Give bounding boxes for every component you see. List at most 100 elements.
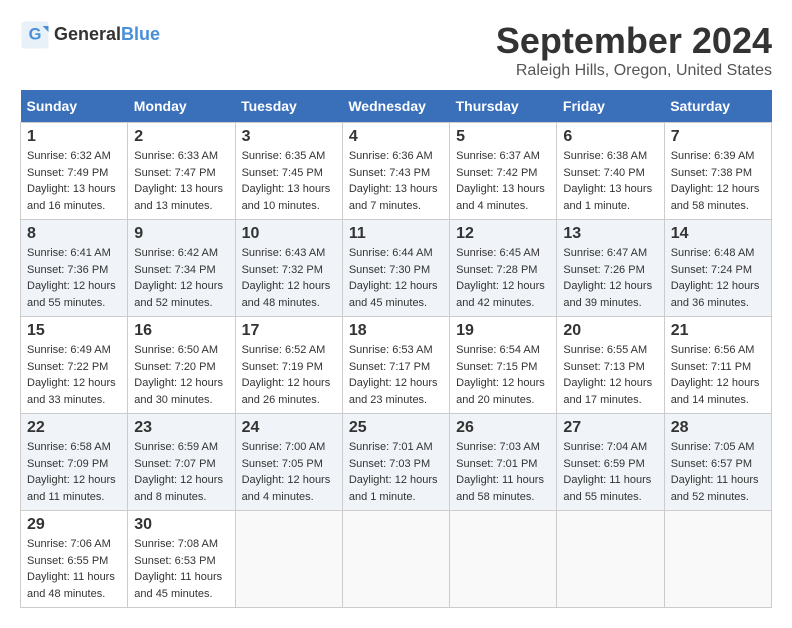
cell-text: Sunrise: 6:33 AMSunset: 7:47 PMDaylight:… bbox=[134, 148, 228, 214]
cell-text: Sunrise: 7:08 AMSunset: 6:53 PMDaylight:… bbox=[134, 536, 228, 602]
day-number: 15 bbox=[27, 322, 121, 340]
day-number: 27 bbox=[563, 419, 657, 437]
day-number: 21 bbox=[671, 322, 765, 340]
week-row: 1Sunrise: 6:32 AMSunset: 7:49 PMDaylight… bbox=[21, 123, 772, 220]
calendar-cell: 20 Sunrise: 6:55 AMSunset: 7:13 PMDayligh… bbox=[557, 317, 664, 414]
calendar-cell: 22 Sunrise: 6:58 AMSunset: 7:09 PMDayligh… bbox=[21, 414, 128, 511]
calendar-cell: 13Sunrise: 6:47 AMSunset: 7:26 PMDayligh… bbox=[557, 220, 664, 317]
cell-text: Sunrise: 6:55 AMSunset: 7:13 PMDaylight:… bbox=[563, 342, 657, 408]
calendar-cell: 3 Sunrise: 6:35 AMSunset: 7:45 PMDaylight… bbox=[235, 123, 342, 220]
calendar-cell: 9 Sunrise: 6:42 AMSunset: 7:34 PMDaylight… bbox=[128, 220, 235, 317]
day-number: 14 bbox=[671, 225, 765, 243]
cell-text: Sunrise: 6:50 AMSunset: 7:20 PMDaylight:… bbox=[134, 342, 228, 408]
calendar-cell: 30 Sunrise: 7:08 AMSunset: 6:53 PMDayligh… bbox=[128, 511, 235, 608]
day-number: 22 bbox=[27, 419, 121, 437]
calendar-cell: 5 Sunrise: 6:37 AMSunset: 7:42 PMDaylight… bbox=[450, 123, 557, 220]
day-number: 30 bbox=[134, 516, 228, 534]
cell-text: Sunrise: 7:06 AMSunset: 6:55 PMDaylight:… bbox=[27, 536, 121, 602]
cell-text: Sunrise: 6:47 AMSunset: 7:26 PMDaylight:… bbox=[563, 245, 657, 311]
calendar-cell: 29 Sunrise: 7:06 AMSunset: 6:55 PMDayligh… bbox=[21, 511, 128, 608]
col-thursday: Thursday bbox=[450, 90, 557, 123]
calendar-cell: 17Sunrise: 6:52 AMSunset: 7:19 PMDayligh… bbox=[235, 317, 342, 414]
cell-text: Sunrise: 6:44 AMSunset: 7:30 PMDaylight:… bbox=[349, 245, 443, 311]
col-tuesday: Tuesday bbox=[235, 90, 342, 123]
cell-text: Sunrise: 6:37 AMSunset: 7:42 PMDaylight:… bbox=[456, 148, 550, 214]
calendar-cell: 16 Sunrise: 6:50 AMSunset: 7:20 PMDayligh… bbox=[128, 317, 235, 414]
day-number: 3 bbox=[242, 128, 336, 146]
week-row: 29 Sunrise: 7:06 AMSunset: 6:55 PMDayligh… bbox=[21, 511, 772, 608]
col-sunday: Sunday bbox=[21, 90, 128, 123]
day-number: 2 bbox=[134, 128, 228, 146]
calendar-cell: 15 Sunrise: 6:49 AMSunset: 7:22 PMDayligh… bbox=[21, 317, 128, 414]
calendar-cell: 11 Sunrise: 6:44 AMSunset: 7:30 PMDayligh… bbox=[342, 220, 449, 317]
day-number: 11 bbox=[349, 225, 443, 243]
day-number: 25 bbox=[349, 419, 443, 437]
day-number: 23 bbox=[134, 419, 228, 437]
calendar-cell: 10 Sunrise: 6:43 AMSunset: 7:32 PMDayligh… bbox=[235, 220, 342, 317]
cell-text: Sunrise: 6:59 AMSunset: 7:07 PMDaylight:… bbox=[134, 439, 228, 505]
location-title: Raleigh Hills, Oregon, United States bbox=[496, 62, 772, 80]
calendar-cell: 19 Sunrise: 6:54 AMSunset: 7:15 PMDayligh… bbox=[450, 317, 557, 414]
col-friday: Friday bbox=[557, 90, 664, 123]
day-number: 20 bbox=[563, 322, 657, 340]
day-number: 5 bbox=[456, 128, 550, 146]
calendar-cell: 21 Sunrise: 6:56 AMSunset: 7:11 PMDayligh… bbox=[664, 317, 771, 414]
calendar-cell: 8 Sunrise: 6:41 AMSunset: 7:36 PMDaylight… bbox=[21, 220, 128, 317]
day-number: 6 bbox=[563, 128, 657, 146]
header: G GeneralBlue September 2024 Raleigh Hil… bbox=[20, 20, 772, 80]
header-row: Sunday Monday Tuesday Wednesday Thursday… bbox=[21, 90, 772, 123]
day-number: 8 bbox=[27, 225, 121, 243]
cell-text: Sunrise: 6:49 AMSunset: 7:22 PMDaylight:… bbox=[27, 342, 121, 408]
cell-text: Sunrise: 6:58 AMSunset: 7:09 PMDaylight:… bbox=[27, 439, 121, 505]
cell-text: Sunrise: 6:43 AMSunset: 7:32 PMDaylight:… bbox=[242, 245, 336, 311]
logo-text: GeneralBlue bbox=[54, 25, 160, 45]
calendar-cell: 12Sunrise: 6:45 AMSunset: 7:28 PMDayligh… bbox=[450, 220, 557, 317]
day-number: 7 bbox=[671, 128, 765, 146]
day-number: 12 bbox=[456, 225, 550, 243]
calendar-cell: 26 Sunrise: 7:03 AMSunset: 7:01 PMDayligh… bbox=[450, 414, 557, 511]
logo-icon: G bbox=[20, 20, 50, 50]
cell-text: Sunrise: 6:54 AMSunset: 7:15 PMDaylight:… bbox=[456, 342, 550, 408]
calendar-cell: 23 Sunrise: 6:59 AMSunset: 7:07 PMDayligh… bbox=[128, 414, 235, 511]
calendar-cell bbox=[342, 511, 449, 608]
cell-text: Sunrise: 6:52 AMSunset: 7:19 PMDaylight:… bbox=[242, 342, 336, 408]
col-wednesday: Wednesday bbox=[342, 90, 449, 123]
cell-text: Sunrise: 6:42 AMSunset: 7:34 PMDaylight:… bbox=[134, 245, 228, 311]
calendar-cell: 2 Sunrise: 6:33 AMSunset: 7:47 PMDaylight… bbox=[128, 123, 235, 220]
day-number: 26 bbox=[456, 419, 550, 437]
day-number: 16 bbox=[134, 322, 228, 340]
cell-text: Sunrise: 6:38 AMSunset: 7:40 PMDaylight:… bbox=[563, 148, 657, 214]
calendar-cell: 14 Sunrise: 6:48 AMSunset: 7:24 PMDayligh… bbox=[664, 220, 771, 317]
cell-text: Sunrise: 7:04 AMSunset: 6:59 PMDaylight:… bbox=[563, 439, 657, 505]
logo: G GeneralBlue bbox=[20, 20, 160, 50]
calendar-cell bbox=[557, 511, 664, 608]
cell-text: Sunrise: 6:56 AMSunset: 7:11 PMDaylight:… bbox=[671, 342, 765, 408]
day-number: 4 bbox=[349, 128, 443, 146]
calendar-cell: 4 Sunrise: 6:36 AMSunset: 7:43 PMDaylight… bbox=[342, 123, 449, 220]
cell-text: Sunrise: 6:48 AMSunset: 7:24 PMDaylight:… bbox=[671, 245, 765, 311]
col-saturday: Saturday bbox=[664, 90, 771, 123]
calendar-cell: 25Sunrise: 7:01 AMSunset: 7:03 PMDayligh… bbox=[342, 414, 449, 511]
cell-text: Sunrise: 6:53 AMSunset: 7:17 PMDaylight:… bbox=[349, 342, 443, 408]
week-row: 22 Sunrise: 6:58 AMSunset: 7:09 PMDayligh… bbox=[21, 414, 772, 511]
calendar-cell: 24Sunrise: 7:00 AMSunset: 7:05 PMDayligh… bbox=[235, 414, 342, 511]
day-number: 28 bbox=[671, 419, 765, 437]
calendar-cell: 1Sunrise: 6:32 AMSunset: 7:49 PMDaylight… bbox=[21, 123, 128, 220]
title-area: September 2024 Raleigh Hills, Oregon, Un… bbox=[496, 20, 772, 80]
cell-text: Sunrise: 6:36 AMSunset: 7:43 PMDaylight:… bbox=[349, 148, 443, 214]
col-monday: Monday bbox=[128, 90, 235, 123]
day-number: 1 bbox=[27, 128, 121, 146]
cell-text: Sunrise: 6:39 AMSunset: 7:38 PMDaylight:… bbox=[671, 148, 765, 214]
cell-text: Sunrise: 7:03 AMSunset: 7:01 PMDaylight:… bbox=[456, 439, 550, 505]
day-number: 9 bbox=[134, 225, 228, 243]
week-row: 8 Sunrise: 6:41 AMSunset: 7:36 PMDaylight… bbox=[21, 220, 772, 317]
cell-text: Sunrise: 6:35 AMSunset: 7:45 PMDaylight:… bbox=[242, 148, 336, 214]
month-title: September 2024 bbox=[496, 20, 772, 62]
cell-text: Sunrise: 7:00 AMSunset: 7:05 PMDaylight:… bbox=[242, 439, 336, 505]
day-number: 19 bbox=[456, 322, 550, 340]
calendar-cell: 18Sunrise: 6:53 AMSunset: 7:17 PMDayligh… bbox=[342, 317, 449, 414]
day-number: 10 bbox=[242, 225, 336, 243]
cell-text: Sunrise: 6:41 AMSunset: 7:36 PMDaylight:… bbox=[27, 245, 121, 311]
calendar-cell: 27 Sunrise: 7:04 AMSunset: 6:59 PMDayligh… bbox=[557, 414, 664, 511]
day-number: 29 bbox=[27, 516, 121, 534]
